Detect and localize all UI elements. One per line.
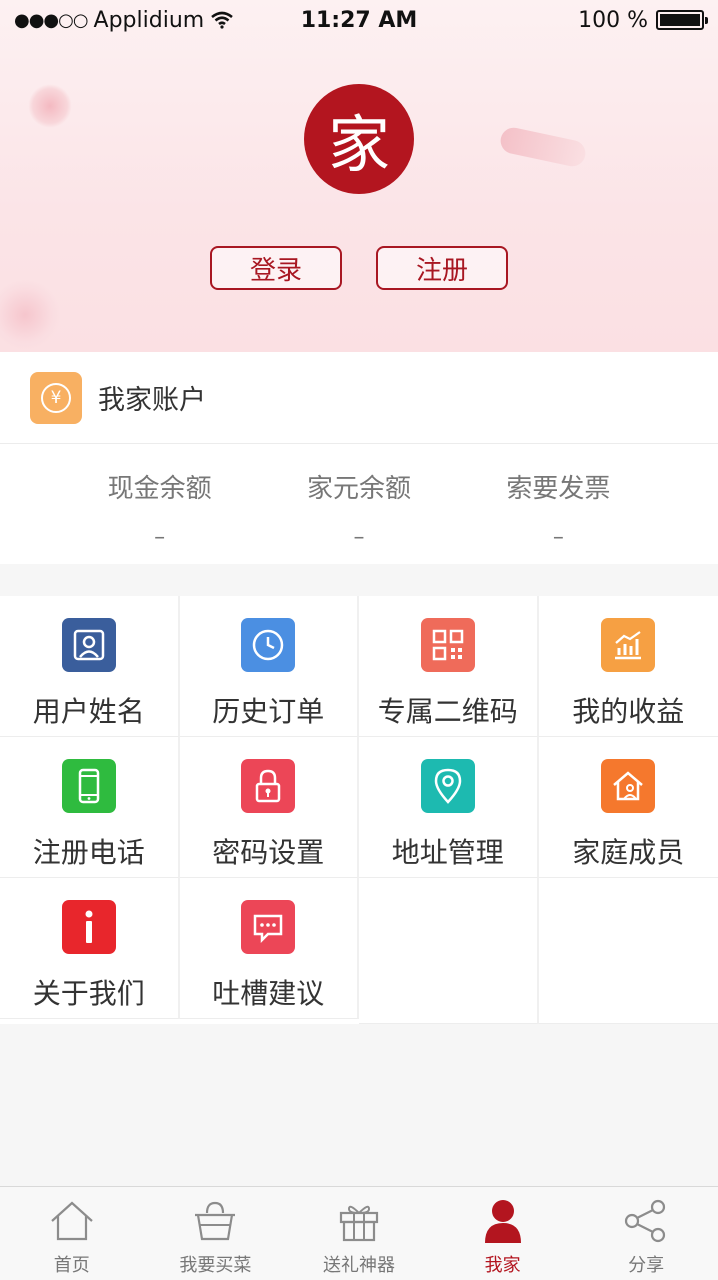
- balance-label: 现金余额: [107, 474, 212, 504]
- grid-empty-cell: [538, 878, 718, 1024]
- yen-icon: ¥: [30, 371, 82, 424]
- tab-label: 分享: [628, 1255, 665, 1276]
- tab-my-home[interactable]: 我家: [431, 1187, 575, 1280]
- status-bar: ●●●○○ Applidium 11:27 AM 100 %: [0, 0, 718, 40]
- grid-item-qrcode[interactable]: 专属二维码: [359, 596, 539, 737]
- gift-icon: [335, 1197, 383, 1245]
- balance-label: 索要发票: [506, 474, 611, 504]
- battery-percentage: 100 %: [578, 7, 648, 33]
- petal-decoration: [498, 125, 588, 169]
- grid-item-password[interactable]: 密码设置: [179, 737, 359, 878]
- location-pin-icon: [420, 759, 475, 813]
- balance-value: –: [552, 525, 564, 550]
- balance-value: –: [154, 525, 166, 550]
- lock-icon: [241, 759, 296, 813]
- share-icon: [622, 1197, 670, 1245]
- person-icon: [479, 1197, 527, 1245]
- wifi-icon: [211, 11, 233, 29]
- tab-label: 首页: [53, 1255, 90, 1276]
- tab-home[interactable]: 首页: [0, 1187, 144, 1280]
- account-row[interactable]: ¥ 我家账户: [0, 352, 718, 444]
- grid-item-phone[interactable]: 注册电话: [0, 737, 180, 878]
- grid-item-address[interactable]: 地址管理: [359, 737, 539, 878]
- phone-icon: [61, 759, 116, 813]
- earnings-chart-icon: [601, 618, 656, 672]
- home-icon: [48, 1197, 96, 1245]
- grid-item-label: 注册电话: [32, 836, 145, 869]
- balance-label: 家元余额: [306, 474, 411, 504]
- carrier-name: Applidium: [93, 7, 205, 33]
- app-logo: 家: [304, 84, 414, 194]
- tab-label: 我家: [484, 1255, 521, 1276]
- grid-item-family[interactable]: 家庭成员: [538, 737, 718, 878]
- tab-buy-groceries[interactable]: 我要买菜: [144, 1187, 288, 1280]
- grid-item-earnings[interactable]: 我的收益: [538, 596, 718, 737]
- grid-item-label: 密码设置: [212, 836, 325, 869]
- flower-decoration: [28, 84, 72, 128]
- logo-char: 家: [327, 108, 390, 181]
- cash-balance[interactable]: 现金余额 –: [60, 444, 259, 564]
- tab-label: 我要买菜: [179, 1255, 252, 1276]
- tab-label: 送礼神器: [322, 1255, 395, 1276]
- grid-item-label: 吐槽建议: [212, 977, 325, 1010]
- family-home-icon: [601, 759, 656, 813]
- register-button[interactable]: 注册: [376, 246, 508, 290]
- profile-header: 家 登录 注册: [0, 0, 718, 352]
- jiayuan-balance[interactable]: 家元余额 –: [259, 444, 458, 564]
- battery-level-fill: [660, 14, 700, 26]
- login-button[interactable]: 登录: [210, 246, 342, 290]
- grid-item-label: 家庭成员: [572, 836, 685, 869]
- balance-list: 现金余额 – 家元余额 – 索要发票 –: [0, 444, 718, 564]
- grid-item-label: 我的收益: [572, 695, 685, 728]
- account-section: ¥ 我家账户 现金余额 – 家元余额 – 索要发票 –: [0, 352, 718, 564]
- grid-item-about-us[interactable]: 关于我们: [0, 878, 180, 1019]
- feature-grid: 用户姓名 历史订单 专属二维码 我的收益 注册电话 密码设置 地址管理 家庭成员…: [0, 596, 718, 1024]
- signal-strength-icon: ●●●○○: [14, 9, 89, 31]
- tab-share[interactable]: 分享: [574, 1187, 718, 1280]
- battery-icon: [656, 10, 708, 30]
- grid-item-label: 历史订单: [212, 695, 325, 728]
- feedback-chat-icon: [241, 900, 296, 954]
- user-icon: [61, 618, 116, 672]
- tab-bar: 首页 我要买菜 送礼神器 我家 分享: [0, 1186, 718, 1280]
- grid-item-feedback[interactable]: 吐槽建议: [179, 878, 359, 1019]
- grid-item-label: 专属二维码: [377, 695, 518, 728]
- grid-item-order-history[interactable]: 历史订单: [179, 596, 359, 737]
- grid-item-username[interactable]: 用户姓名: [0, 596, 180, 737]
- grid-item-label: 用户姓名: [32, 695, 145, 728]
- grid-item-label: 关于我们: [32, 977, 145, 1010]
- grid-item-label: 地址管理: [391, 836, 504, 869]
- info-icon: [61, 900, 116, 954]
- tab-gifts[interactable]: 送礼神器: [287, 1187, 431, 1280]
- grid-empty-cell: [359, 878, 539, 1024]
- basket-icon: [191, 1197, 239, 1245]
- qrcode-icon: [420, 618, 475, 672]
- flower-decoration: [0, 280, 60, 350]
- invoice-request[interactable]: 索要发票 –: [459, 444, 658, 564]
- account-title: 我家账户: [98, 385, 206, 416]
- balance-value: –: [353, 525, 365, 550]
- clock-icon: [241, 618, 296, 672]
